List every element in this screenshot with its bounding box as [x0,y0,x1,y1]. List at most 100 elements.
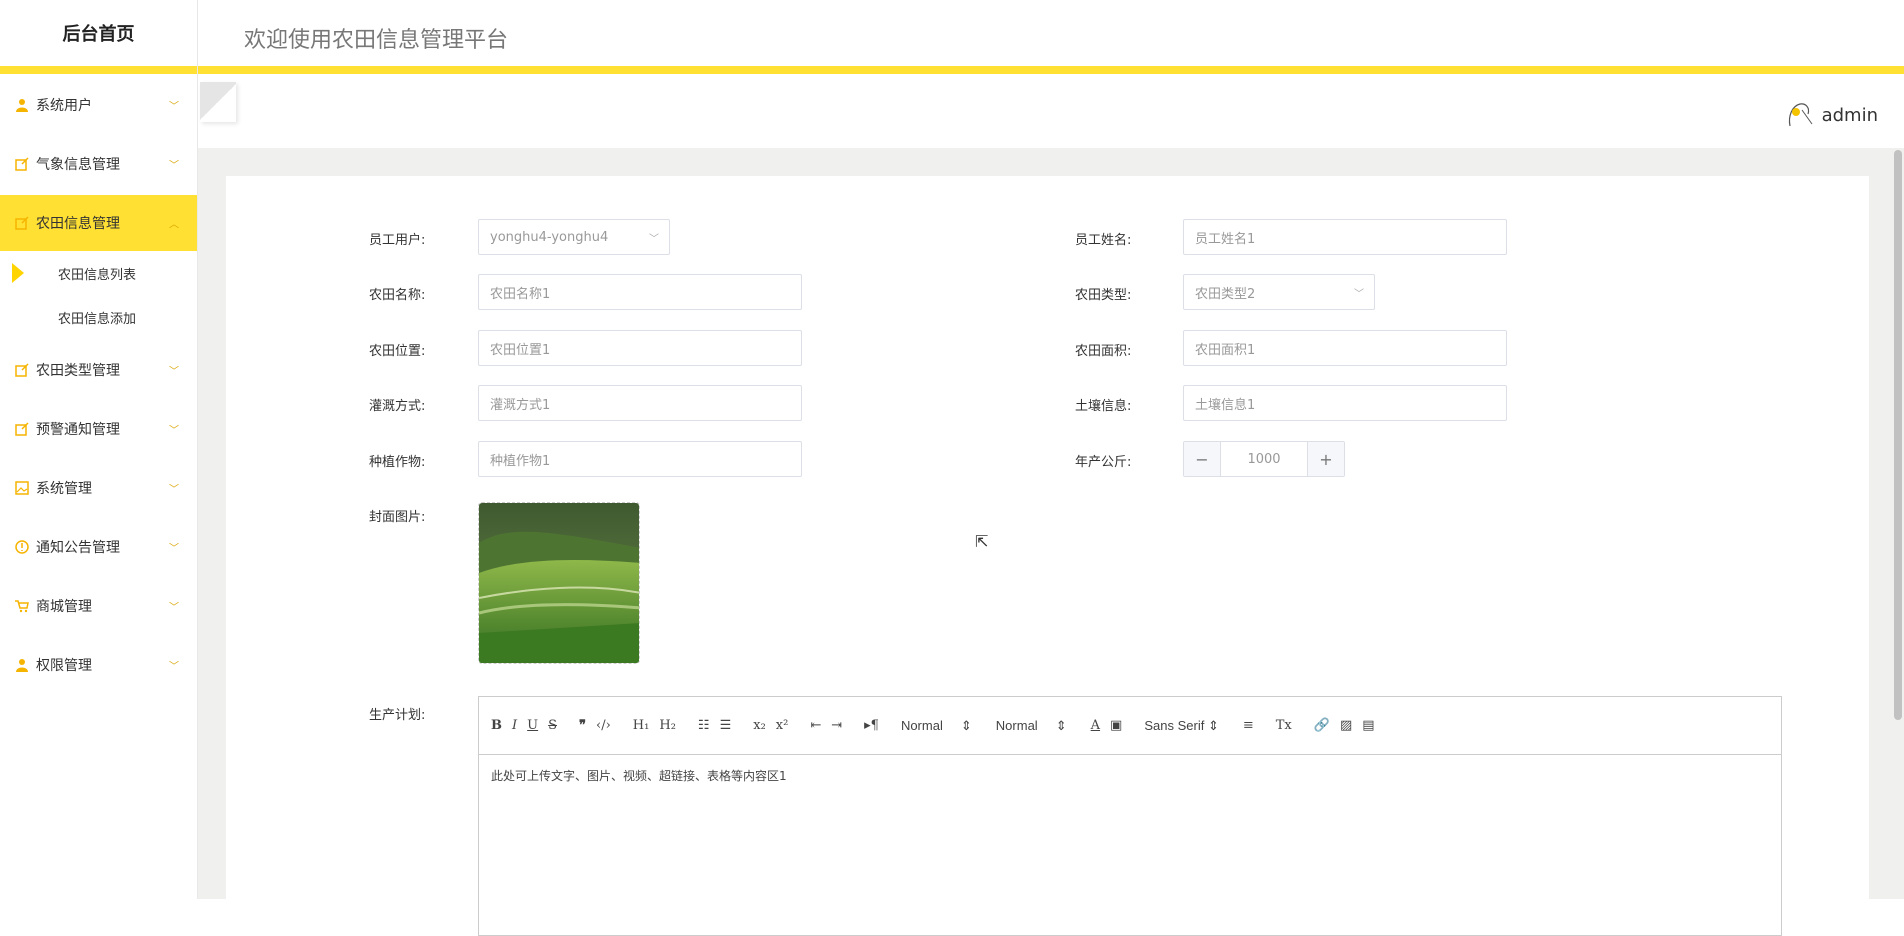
crop-input[interactable]: 种植作物1 [478,441,802,477]
info-icon [14,539,30,555]
chevron-down-icon: ﹀ [169,481,179,496]
input-value: 农田名称1 [490,283,550,302]
employee-user-select[interactable]: yonghu4-yonghu4 ﹀ [478,219,670,255]
chevron-down-icon: ﹀ [169,599,179,614]
field-type-label: 农田类型: [1075,284,1131,303]
nav-item-label: 农田类型管理 [36,360,120,380]
header-select[interactable]: Normal ⇕ [901,718,972,734]
nav-item-system[interactable]: 系统管理 ﹀ [0,460,197,516]
irrigation-label: 灌溉方式: [369,395,425,414]
cart-icon [14,598,30,614]
ordered-list-icon[interactable]: ☷ [698,718,710,733]
increment-button[interactable]: + [1307,442,1344,476]
subscript-icon[interactable]: x₂ [753,718,766,733]
nav-item-label: 通知公告管理 [36,537,120,557]
align-icon[interactable]: ≡ [1243,718,1254,733]
superscript-icon[interactable]: x² [776,718,789,733]
avatar [1782,98,1816,132]
blockquote-icon[interactable]: ❞ [579,718,586,733]
nav-item-permission[interactable]: 权限管理 ﹀ [0,637,197,693]
sidebar: 后台首页 系统用户 ﹀ 气象信息管理 ﹀ 农田信息管理 ︿ 农田信息列表 农田信… [0,0,198,899]
chevron-down-icon: ﹀ [169,658,179,673]
background-color-icon[interactable]: ▣ [1110,718,1122,733]
sub-header: admin [198,82,1904,148]
code-block-icon[interactable]: ‹/› [596,718,611,733]
clear-format-icon[interactable]: Tx [1276,718,1292,733]
size-select[interactable]: Normal ⇕ [996,718,1067,734]
cover-image-label: 封面图片: [369,506,425,525]
italic-icon[interactable]: I [512,718,517,733]
irrigation-input[interactable]: 灌溉方式1 [478,385,802,421]
indent-decrease-icon[interactable]: ⇤ [810,718,821,733]
chevron-down-icon: ﹀ [1354,285,1364,300]
edit-icon [14,421,30,437]
collapse-sidebar-button[interactable] [200,82,236,122]
chevron-down-icon: ﹀ [169,422,179,437]
editor-toolbar: B I U S ❞ ‹/› H₁ H₂ ☷ ☰ x₂ x² ⇤ ⇥ ▸¶ Nor… [479,697,1781,755]
chevron-down-icon: ﹀ [169,98,179,113]
cover-image [479,503,640,664]
sub-item-label: 农田信息列表 [58,264,136,283]
edit-icon [14,215,30,231]
top-header: 欢迎使用农田信息管理平台 [198,0,1904,74]
annual-output-stepper[interactable]: − 1000 + [1183,441,1345,477]
bold-icon[interactable]: B [491,718,502,733]
sub-item-field-add[interactable]: 农田信息添加 [0,295,197,339]
employee-name-input[interactable]: 员工姓名1 [1183,219,1507,255]
user-menu[interactable]: admin [1782,98,1878,132]
indent-increase-icon[interactable]: ⇥ [831,718,842,733]
select-value: Normal [996,718,1038,733]
user-icon [14,97,30,113]
link-icon[interactable]: 🔗 [1314,718,1330,733]
nav-item-label: 商城管理 [36,596,92,616]
select-value: Sans Serif [1144,718,1204,733]
nav-item-field-info[interactable]: 农田信息管理 ︿ [0,195,197,251]
chevron-down-icon: ﹀ [169,540,179,555]
video-icon[interactable]: ▤ [1362,718,1374,733]
nav-item-label: 系统管理 [36,478,92,498]
soil-input[interactable]: 土壤信息1 [1183,385,1507,421]
image-icon[interactable]: ▨ [1340,718,1352,733]
field-name-input[interactable]: 农田名称1 [478,274,802,310]
cover-image-upload[interactable] [478,502,640,664]
header2-icon[interactable]: H₂ [659,718,676,733]
font-color-icon[interactable]: A [1091,718,1100,733]
decrement-button[interactable]: − [1184,442,1221,476]
input-value: 农田位置1 [490,339,550,358]
nav-item-field-type[interactable]: 农田类型管理 ﹀ [0,342,197,398]
select-value: Normal [901,718,943,733]
field-type-select[interactable]: 农田类型2 ﹀ [1183,274,1375,310]
page-title: 欢迎使用农田信息管理平台 [244,22,508,54]
chevron-up-icon: ︿ [169,216,179,231]
chevron-down-icon: ﹀ [169,157,179,172]
nav-item-label: 气象信息管理 [36,154,120,174]
sub-item-field-list[interactable]: 农田信息列表 [0,251,197,295]
annual-output-label: 年产公斤: [1075,451,1131,470]
nav-item-label: 预警通知管理 [36,419,120,439]
nav-item-notice[interactable]: 通知公告管理 ﹀ [0,519,197,575]
nav-item-system-users[interactable]: 系统用户 ﹀ [0,77,197,133]
header1-icon[interactable]: H₁ [633,718,650,733]
input-value: 灌溉方式1 [490,394,550,413]
plan-label: 生产计划: [369,704,425,723]
rich-text-editor[interactable]: B I U S ❞ ‹/› H₁ H₂ ☷ ☰ x₂ x² ⇤ ⇥ ▸¶ Nor… [478,696,1782,936]
editor-content[interactable]: 此处可上传文字、图片、视频、超链接、表格等内容区1 [479,755,1781,796]
nav-item-warning[interactable]: 预警通知管理 ﹀ [0,401,197,457]
field-location-input[interactable]: 农田位置1 [478,330,802,366]
stepper-value[interactable]: 1000 [1221,442,1307,476]
nav-item-shop[interactable]: 商城管理 ﹀ [0,578,197,634]
nav-item-label: 农田信息管理 [36,213,120,233]
field-area-input[interactable]: 农田面积1 [1183,330,1507,366]
text-direction-icon[interactable]: ▸¶ [864,718,879,733]
bullet-list-icon[interactable]: ☰ [720,718,732,733]
nav-item-weather[interactable]: 气象信息管理 ﹀ [0,136,197,192]
employee-user-label: 员工用户: [369,229,425,248]
page-scrollbar[interactable] [1894,150,1902,720]
underline-icon[interactable]: U [527,718,538,733]
font-select[interactable]: Sans Serif ⇕ [1144,718,1219,734]
brand-home-link[interactable]: 后台首页 [0,0,197,74]
input-value: 土壤信息1 [1195,394,1255,413]
strike-icon[interactable]: S [548,718,557,733]
sub-item-label: 农田信息添加 [58,308,136,327]
soil-label: 土壤信息: [1075,395,1131,414]
